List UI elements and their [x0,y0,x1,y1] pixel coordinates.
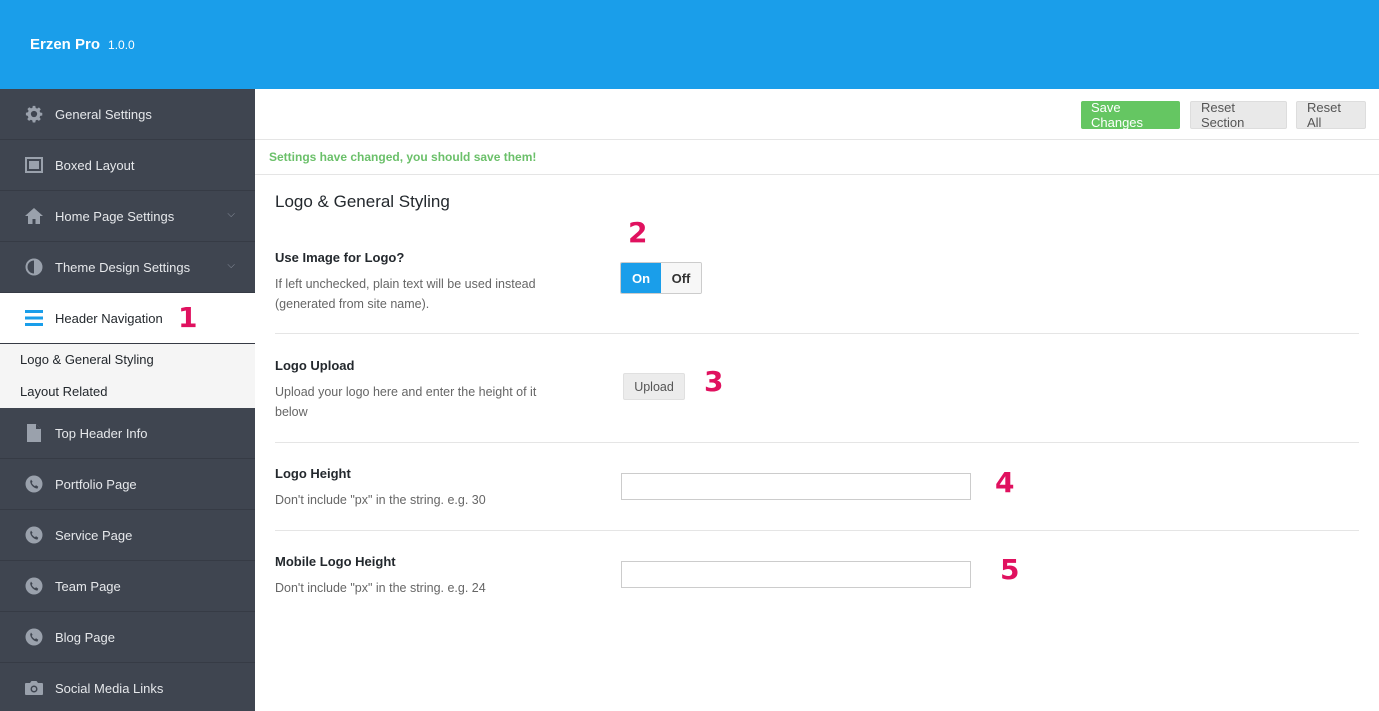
sidebar-item-label: Team Page [55,578,121,594]
phone-icon [24,474,44,494]
reset-section-button[interactable]: Reset Section [1190,100,1287,130]
field-divider [275,530,1359,531]
contrast-icon [24,257,44,277]
phone-icon [24,627,44,647]
field-desc-logo-height: Don't include "px" in the string. e.g. 3… [275,493,486,507]
sidebar-item-blog-page[interactable]: Blog Page [0,612,255,663]
app-name: Erzen Pro [30,36,101,53]
sidebar-item-team-page[interactable]: Team Page [0,561,255,612]
logo-height-input[interactable] [621,473,971,500]
mobile-logo-height-input[interactable] [621,561,971,588]
sidebar-item-label: Boxed Layout [55,157,135,173]
field-title-logo-upload: Logo Upload [275,358,355,373]
toggle-on-button[interactable]: On [621,263,661,293]
sidebar-item-label: Portfolio Page [55,476,137,492]
sidebar-item-label: Social Media Links [55,680,164,696]
subnav-item-logo-general-styling[interactable]: Logo & General Styling [0,344,255,376]
menu-icon [24,308,44,328]
field-desc-mobile-logo-height: Don't include "px" in the string. e.g. 2… [275,581,486,595]
sidebar-item-social-media-links[interactable]: Social Media Links [0,663,255,711]
phone-icon [24,525,44,545]
annotation-marker-3: 3 [704,365,724,398]
sidebar-item-label: Blog Page [55,629,115,645]
chevron-down-icon[interactable]: ⌵ [227,209,235,220]
upload-button[interactable]: Upload [623,373,685,400]
phone-icon [24,576,44,596]
action-bar: Save Changes Reset Section Reset All [255,89,1379,140]
sidebar-subnav: Logo & General Styling Layout Related [0,344,255,408]
sidebar-item-home-page-settings[interactable]: Home Page Settings ⌵ [0,191,255,242]
field-desc-logo-upload: Upload your logo here and enter the heig… [275,385,537,419]
subnav-item-layout-related[interactable]: Layout Related [0,376,255,408]
field-divider [600,333,1359,334]
save-changes-button[interactable]: Save Changes [1081,100,1180,130]
unsaved-notice: Settings have changed, you should save t… [255,140,1379,175]
sidebar: Erzen Pro 1.0.0 General Settings Boxed L… [0,0,255,711]
annotation-marker-1: 1 [178,301,198,334]
sidebar-item-theme-design-settings[interactable]: Theme Design Settings ⌵ [0,242,255,293]
sidebar-item-label: Header Navigation [55,310,163,326]
document-icon [24,423,44,443]
use-image-toggle[interactable]: On Off [620,262,702,294]
sidebar-item-general-settings[interactable]: General Settings [0,89,255,140]
sidebar-item-label: General Settings [55,106,152,122]
brand-header: Erzen Pro 1.0.0 [0,0,255,89]
sidebar-item-top-header-info[interactable]: Top Header Info [0,408,255,459]
camera-icon [24,678,44,698]
sidebar-item-label: Top Header Info [55,425,148,441]
sidebar-item-label: Service Page [55,527,133,543]
sidebar-item-boxed-layout[interactable]: Boxed Layout [0,140,255,191]
chevron-down-icon[interactable]: ⌵ [227,260,235,271]
annotation-marker-5: 5 [1000,553,1020,586]
annotation-marker-2: 2 [628,216,648,249]
sidebar-item-header-navigation[interactable]: Header Navigation 1 [0,293,255,344]
annotation-marker-4: 4 [995,466,1015,499]
sidebar-item-label: Home Page Settings [55,208,175,224]
layout-icon [24,155,44,175]
sidebar-item-portfolio-page[interactable]: Portfolio Page [0,459,255,510]
field-title-mobile-logo-height: Mobile Logo Height [275,554,396,569]
app-version: 1.0.0 [108,37,135,52]
field-divider [275,442,1359,443]
field-title-use-image: Use Image for Logo? [275,250,405,265]
gear-icon [24,104,44,124]
reset-all-button[interactable]: Reset All [1296,100,1366,130]
field-divider [275,333,600,334]
sidebar-item-label: Theme Design Settings [55,259,191,275]
field-desc-use-image: If left unchecked, plain text will be us… [275,277,536,311]
top-banner [255,0,1379,89]
section-title: Logo & General Styling [275,192,450,211]
home-icon [24,206,44,226]
sidebar-item-service-page[interactable]: Service Page [0,510,255,561]
field-title-logo-height: Logo Height [275,466,351,481]
toggle-off-button[interactable]: Off [661,263,701,293]
